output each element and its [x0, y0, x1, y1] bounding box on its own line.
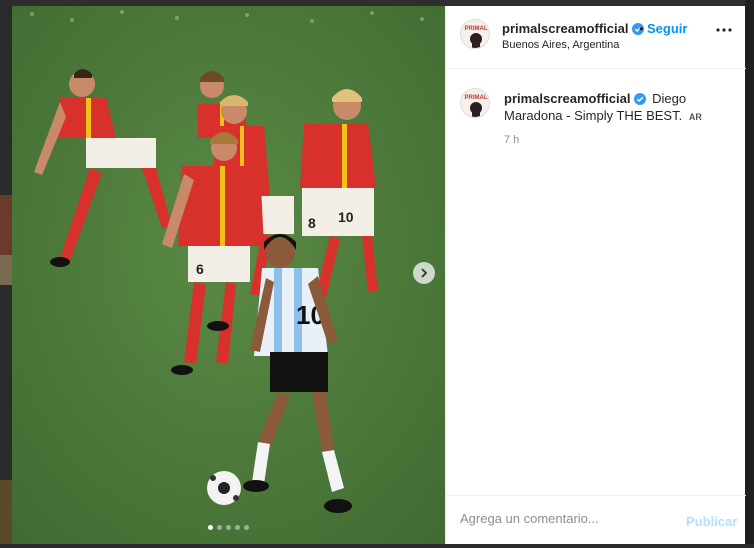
post-media: 8 10 6 10: [12, 6, 445, 544]
caption-username[interactable]: primalscreamofficial: [504, 91, 647, 106]
caption-text: primalscreamofficial Diego Maradona - Si…: [504, 90, 736, 126]
post-location[interactable]: Buenos Aires, Argentina: [502, 39, 619, 51]
translate-badge[interactable]: AR: [689, 112, 702, 122]
comment-bar: Publicar: [446, 495, 746, 544]
svg-text:6: 6: [196, 261, 204, 277]
svg-text:PRIMAL: PRIMAL: [465, 26, 488, 32]
post-photo: 8 10 6 10: [12, 6, 445, 544]
svg-text:10: 10: [338, 209, 354, 225]
avatar-image: PRIMAL: [461, 20, 489, 48]
chevron-right-icon: [421, 268, 428, 278]
carousel-dot: [226, 525, 231, 530]
carousel-indicator: [208, 525, 249, 530]
svg-text:8: 8: [308, 215, 316, 231]
backdrop-bottom: [0, 544, 754, 548]
avatar-image: PRIMAL: [461, 89, 489, 117]
avatar[interactable]: PRIMAL: [460, 88, 490, 118]
carousel-next-button[interactable]: [413, 262, 435, 284]
carousel-dot: [208, 525, 213, 530]
post-header: PRIMAL primalscreamofficial • Seguir Bue…: [446, 6, 746, 69]
publish-button[interactable]: Publicar: [686, 514, 737, 529]
more-horizontal-icon[interactable]: [716, 28, 732, 32]
post-username[interactable]: primalscreamofficial: [502, 21, 645, 36]
post-timestamp[interactable]: 7 h: [504, 134, 519, 146]
verified-badge-icon: [634, 93, 647, 105]
carousel-dot: [217, 525, 222, 530]
carousel-dot: [244, 525, 249, 530]
backdrop-right: [745, 0, 754, 548]
comment-input[interactable]: [460, 511, 670, 526]
post-modal: 8 10 6 10 PRIMAL primalscreamofficial • …: [12, 6, 746, 544]
follow-button[interactable]: Seguir: [647, 21, 687, 36]
avatar[interactable]: PRIMAL: [460, 19, 490, 49]
carousel-dot: [235, 525, 240, 530]
header-separator: •: [639, 21, 644, 36]
post-side-panel: PRIMAL primalscreamofficial • Seguir Bue…: [445, 6, 746, 544]
backdrop-left: [0, 0, 12, 548]
svg-text:PRIMAL: PRIMAL: [465, 95, 488, 101]
